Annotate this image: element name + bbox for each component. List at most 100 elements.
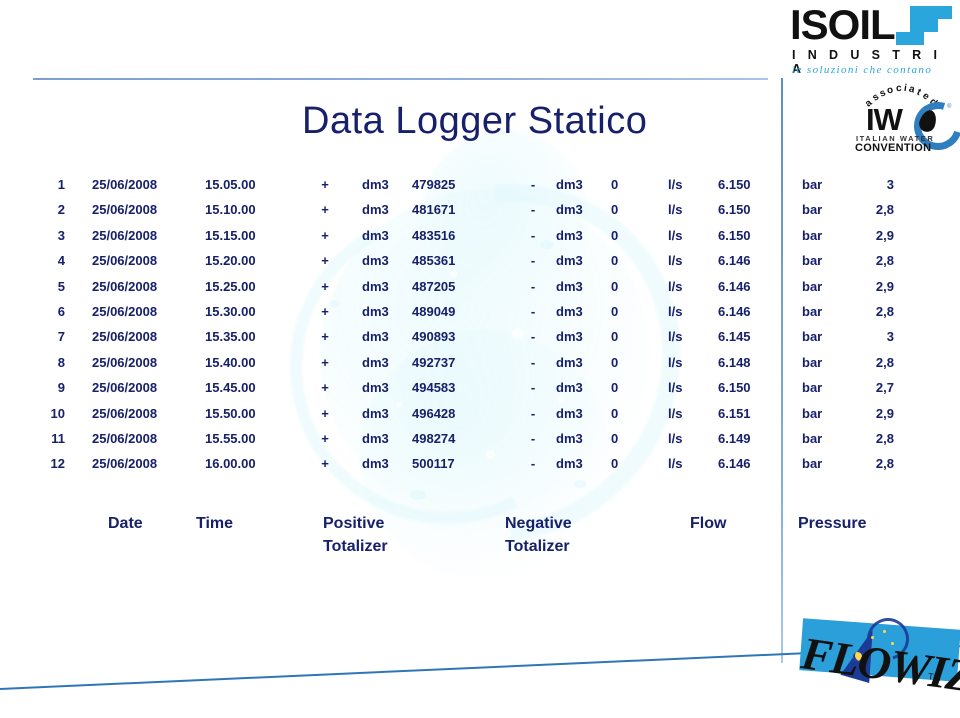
row-flow-unit: l/s — [668, 380, 683, 396]
row-index: 4 — [57, 253, 65, 269]
row-positive-sign: + — [321, 405, 329, 421]
row-positive-unit: dm3 — [362, 177, 389, 192]
row-time: 15.05.00 — [205, 177, 256, 192]
column-labels: Date Time Positive Totalizer Negative To… — [0, 510, 960, 570]
row-flow-unit: l/s — [668, 456, 683, 472]
row-index: 9 — [57, 380, 65, 396]
row-negative-value: 0 — [611, 253, 619, 269]
table-row: 3 25/06/2008 15.15.00 + dm3 483516 - dm3 0 l/s 6.1… — [0, 227, 960, 252]
row-positive-sign: + — [321, 430, 329, 446]
row-flow-unit: l/s — [668, 354, 683, 370]
row-flow-value: 6.146 — [718, 303, 751, 319]
isoil-logo: ISOIL I N D U S T R I A le soluzioni che… — [790, 4, 958, 76]
row-date: 25/06/2008 — [92, 430, 158, 446]
row-date: 25/06/2008 — [92, 253, 158, 269]
row-pressure-value: 3 — [886, 177, 894, 192]
row-flow-value: 6.146 — [718, 253, 751, 269]
row-pressure-unit: bar — [802, 456, 823, 472]
row-negative-value: 0 — [611, 405, 619, 421]
row-time: 15.35.00 — [205, 329, 256, 345]
row-negative-unit: dm3 — [556, 303, 583, 319]
row-negative-sign: - — [530, 380, 536, 396]
row-negative-unit: dm3 — [556, 456, 583, 472]
row-negative-unit: dm3 — [556, 380, 583, 396]
row-flow-value: 6.150 — [718, 202, 751, 218]
row-pressure-unit: bar — [802, 278, 823, 294]
row-flow-value: 6.150 — [718, 177, 751, 192]
row-pressure-unit: bar — [802, 354, 823, 370]
row-positive-value: 481671 — [412, 202, 456, 218]
row-positive-value: 485361 — [412, 253, 456, 269]
row-time: 15.25.00 — [205, 278, 256, 294]
flowiz-logo: FLOWIZ TM — [795, 610, 960, 712]
row-negative-sign: - — [530, 253, 536, 269]
table-row: 2 25/06/2008 15.10.00 + dm3 481671 - dm3 0 l/s 6.1… — [0, 201, 960, 226]
row-positive-unit: dm3 — [362, 405, 389, 421]
row-pressure-value: 2,9 — [875, 227, 894, 243]
row-negative-unit: dm3 — [556, 202, 583, 218]
row-date: 25/06/2008 — [92, 177, 158, 192]
row-flow-unit: l/s — [668, 303, 683, 319]
row-negative-sign: - — [530, 303, 536, 319]
table-row: 8 25/06/2008 15.40.00 + dm3 492737 - dm3 0 l/s 6.1… — [0, 354, 960, 379]
row-positive-sign: + — [321, 227, 329, 243]
label-negative-totalizer: Negative Totalizer — [505, 512, 572, 558]
row-index: 5 — [57, 278, 65, 294]
row-negative-unit: dm3 — [556, 354, 583, 370]
row-positive-sign: + — [321, 253, 329, 269]
data-logger-table: 1 25/06/2008 15.05.00 + dm3 479825- dm3 0 l/s 6.1… — [0, 176, 960, 481]
row-negative-sign: - — [530, 329, 536, 345]
row-negative-value: 0 — [611, 354, 619, 370]
label-pressure: Pressure — [798, 515, 867, 532]
row-negative-sign: - — [530, 227, 536, 243]
row-index: 6 — [57, 303, 65, 319]
row-positive-unit: dm3 — [362, 278, 389, 294]
row-flow-value: 6.148 — [718, 354, 751, 370]
row-flow-value: 6.150 — [718, 227, 751, 243]
row-flow-value: 6.146 — [718, 278, 751, 294]
row-flow-unit: l/s — [668, 329, 683, 345]
table-row: 11 25/06/2008 15.55.00 + dm3 498274 - dm3 0 l/s 6.… — [0, 430, 960, 455]
row-negative-value: 0 — [611, 227, 619, 243]
row-negative-value: 0 — [611, 278, 619, 294]
row-time: 15.30.00 — [205, 303, 256, 319]
row-negative-unit: dm3 — [556, 430, 583, 446]
row-date: 25/06/2008 — [92, 202, 158, 218]
row-positive-value: 500117 — [412, 456, 455, 472]
row-positive-unit: dm3 — [362, 202, 389, 218]
row-flow-unit: l/s — [668, 253, 683, 269]
row-index: 3 — [57, 227, 65, 243]
row-negative-sign: - — [530, 405, 536, 421]
row-positive-unit: dm3 — [362, 430, 389, 446]
slide-canvas: ISOIL I N D U S T R I A le soluzioni che… — [0, 0, 960, 718]
isoil-tagline: le soluzioni che contano — [792, 64, 933, 76]
row-positive-unit: dm3 — [362, 380, 389, 396]
row-positive-unit: dm3 — [362, 303, 389, 319]
row-negative-sign: - — [530, 354, 536, 370]
row-negative-value: 0 — [611, 303, 619, 319]
row-positive-value: 479825 — [412, 177, 456, 192]
row-date: 25/06/2008 — [92, 380, 158, 396]
row-negative-sign: - — [530, 278, 536, 294]
row-positive-unit: dm3 — [362, 253, 389, 269]
row-negative-sign: - — [530, 430, 536, 446]
row-date: 25/06/2008 — [92, 354, 158, 370]
row-negative-sign: - — [530, 456, 536, 472]
row-pressure-unit: bar — [802, 177, 823, 192]
row-negative-value: 0 — [611, 329, 619, 345]
row-positive-unit: dm3 — [362, 227, 389, 243]
flowiz-trademark-icon: TM — [927, 671, 942, 683]
row-positive-value: 490893 — [412, 329, 456, 345]
row-flow-unit: l/s — [668, 227, 683, 243]
row-pressure-unit: bar — [802, 380, 823, 396]
row-negative-unit: dm3 — [556, 177, 583, 192]
row-pressure-unit: bar — [802, 253, 823, 269]
row-pressure-value: 2,7 — [875, 380, 894, 396]
row-positive-sign: + — [321, 303, 329, 319]
row-positive-sign: + — [321, 380, 329, 396]
row-date: 25/06/2008 — [92, 227, 158, 243]
row-pressure-unit: bar — [802, 329, 823, 345]
row-positive-value: 496428 — [412, 405, 456, 421]
row-pressure-value: 3 — [886, 329, 894, 345]
row-date: 25/06/2008 — [92, 405, 158, 421]
